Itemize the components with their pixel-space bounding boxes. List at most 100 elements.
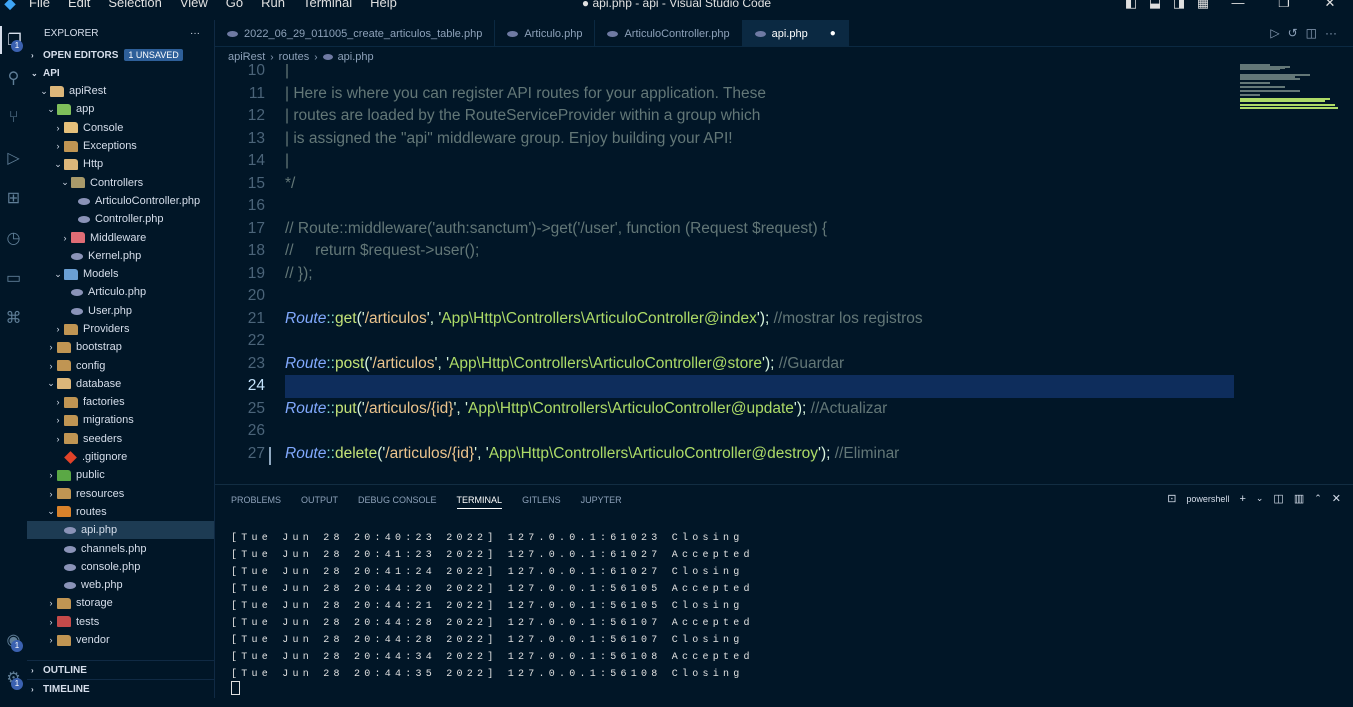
folder-explorer-icon[interactable]: ▭ [0, 264, 27, 292]
tree-folder[interactable]: › Providers [27, 320, 214, 338]
menu-go[interactable]: Go [217, 0, 252, 11]
split-terminal-icon[interactable]: ◫ [1273, 492, 1283, 505]
tree-folder[interactable]: ⌄ Http [27, 155, 214, 173]
tree-folder[interactable]: › Middleware [27, 228, 214, 246]
code-line[interactable]: 17 // Route::middleware('auth:sanctum')->… [215, 218, 1235, 241]
tab-articulo-php[interactable]: Articulo.php [495, 20, 596, 47]
menu-edit[interactable]: Edit [59, 0, 99, 11]
timeline-section[interactable]: › TIMELINE [27, 680, 214, 698]
code-line[interactable]: 19 // }); [215, 263, 1235, 286]
code-line[interactable]: 16 [215, 195, 1235, 218]
panel-tab-debug-console[interactable]: DEBUG CONSOLE [358, 493, 437, 509]
code-line[interactable]: 22 [215, 330, 1235, 353]
layout-custom-icon[interactable]: ▦ [1191, 0, 1215, 11]
panel-tab-terminal[interactable]: TERMINAL [456, 493, 503, 509]
minimap[interactable] [1240, 64, 1340, 124]
tree-file[interactable]: .gitignore [27, 448, 214, 466]
menu-terminal[interactable]: Terminal [294, 0, 361, 11]
code-line[interactable]: 25 Route::put('/articulos/{id}', 'App\Htt… [215, 398, 1235, 421]
tree-file[interactable]: Kernel.php [27, 247, 214, 265]
tree-folder[interactable]: › seeders [27, 430, 214, 448]
outline-section[interactable]: › OUTLINE [27, 661, 214, 679]
tree-folder[interactable]: › resources [27, 485, 214, 503]
tree-folder[interactable]: › tests [27, 613, 214, 631]
run-icon[interactable]: ▷ [1270, 26, 1279, 40]
tree-folder[interactable]: › storage [27, 594, 214, 612]
code-line[interactable]: 11 | Here is where you can register API r… [215, 83, 1235, 106]
tree-folder[interactable]: › public [27, 466, 214, 484]
tab-2022-06-29-011005-create-articulos-table-php[interactable]: 2022_06_29_011005_create_articulos_table… [215, 20, 496, 47]
layout-sidebar-left-icon[interactable]: ◧ [1119, 0, 1143, 11]
code-line[interactable]: 10 | [215, 64, 1235, 83]
minimize-icon[interactable]: — [1215, 0, 1261, 11]
shell-label[interactable]: powershell [1186, 494, 1229, 504]
timeline-history-icon[interactable]: ◷ [0, 224, 27, 252]
extensions-icon[interactable]: ⊞ [0, 184, 27, 212]
breadcrumb-item[interactable]: apiRest [228, 51, 265, 63]
explorer-icon[interactable]: ❐1 [0, 26, 27, 54]
tree-folder[interactable]: ⌄ Models [27, 265, 214, 283]
run-debug-icon[interactable]: ▷ [0, 144, 27, 172]
chevron-down-icon[interactable]: ⌄ [1256, 493, 1264, 504]
tree-file[interactable]: api.php [27, 521, 214, 540]
tree-file[interactable]: web.php [27, 576, 214, 594]
code-editor[interactable]: 10 | 11 | Here is where you can register AP… [215, 64, 1353, 484]
search-icon[interactable]: ⚲ [0, 64, 27, 92]
close-panel-icon[interactable]: ✕ [1332, 492, 1341, 505]
tab-api-php[interactable]: api.php ● [742, 20, 849, 47]
code-line[interactable]: 12 | routes are loaded by the RouteServic… [215, 105, 1235, 128]
tree-file[interactable]: console.php [27, 558, 214, 576]
tree-folder[interactable]: ⌄ routes [27, 503, 214, 521]
code-line[interactable]: 14 | [215, 150, 1235, 173]
code-line[interactable]: 21 Route::get('/articulos', 'App\Http\Con… [215, 308, 1235, 331]
tab-articulocontroller-php[interactable]: ArticuloController.php [595, 20, 743, 47]
code-line[interactable]: 18 // return $request->user(); [215, 240, 1235, 263]
layout-sidebar-right-icon[interactable]: ◨ [1167, 0, 1191, 11]
tree-folder[interactable]: › config [27, 356, 214, 374]
tree-folder[interactable]: › vendor [27, 631, 214, 649]
panel-tab-output[interactable]: OUTPUT [301, 493, 338, 509]
tree-folder[interactable]: › factories [27, 393, 214, 411]
tree-folder[interactable]: ⌄ app [27, 100, 214, 118]
maximize-panel-icon[interactable]: ⌃ [1314, 493, 1322, 504]
tree-file[interactable]: Articulo.php [27, 283, 214, 301]
split-editor-icon[interactable]: ◫ [1306, 26, 1317, 40]
tree-file[interactable]: ArticuloController.php [27, 192, 214, 210]
new-terminal-icon[interactable]: + [1239, 493, 1245, 505]
menu-view[interactable]: View [171, 0, 217, 11]
code-line[interactable]: 20 [215, 285, 1235, 308]
tree-file[interactable]: User.php [27, 302, 214, 320]
tree-folder[interactable]: ⌄ database [27, 375, 214, 393]
breadcrumb-item[interactable]: routes [279, 51, 310, 63]
restore-icon[interactable]: ❐ [1261, 0, 1307, 11]
panel-tab-gitlens[interactable]: GITLENS [522, 493, 561, 509]
layout-panel-icon[interactable]: ⬓ [1143, 0, 1167, 11]
python-icon[interactable]: ⌘ [0, 304, 27, 332]
tree-folder[interactable]: › Console [27, 119, 214, 137]
panel-tab-problems[interactable]: PROBLEMS [231, 493, 281, 509]
close-icon[interactable]: ✕ [1307, 0, 1353, 11]
breadcrumb-item[interactable]: api.php [338, 51, 374, 63]
menu-selection[interactable]: Selection [99, 0, 170, 11]
history-icon[interactable]: ↺ [1288, 26, 1298, 40]
tree-file[interactable]: Controller.php [27, 210, 214, 228]
menu-run[interactable]: Run [252, 0, 294, 11]
tree-folder[interactable]: › Exceptions [27, 137, 214, 155]
accounts-icon[interactable]: ◉1 [0, 626, 27, 654]
tree-file[interactable]: channels.php [27, 539, 214, 557]
tree-folder[interactable]: › bootstrap [27, 338, 214, 356]
source-control-icon[interactable]: ⑂ [0, 104, 27, 132]
code-line[interactable]: 26 [215, 420, 1235, 443]
open-editors-section[interactable]: › OPEN EDITORS 1 UNSAVED [27, 46, 214, 64]
code-line[interactable]: 27 Route::delete('/articulos/{id}', 'App\… [215, 443, 1235, 466]
code-line[interactable]: 24 [215, 375, 1235, 398]
code-line[interactable]: 15 */ [215, 173, 1235, 196]
tree-folder[interactable]: ⌄ apiRest [27, 82, 214, 100]
panel-tab-jupyter[interactable]: JUPYTER [581, 493, 622, 509]
unsaved-dot-icon[interactable]: ● [830, 28, 836, 39]
code-line[interactable]: 13 | is assigned the "api" middleware gro… [215, 128, 1235, 151]
tree-folder[interactable]: › migrations [27, 411, 214, 429]
menu-file[interactable]: File [20, 0, 59, 11]
more-actions-icon[interactable]: ··· [190, 28, 200, 39]
trash-icon[interactable]: ▥ [1294, 492, 1304, 505]
